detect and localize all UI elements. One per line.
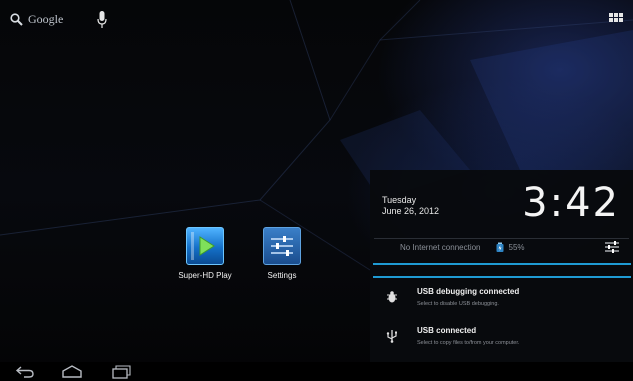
search-label: Google: [28, 12, 64, 26]
all-apps-grid-icon[interactable]: [609, 13, 623, 25]
divider: [374, 238, 629, 239]
settings-app-icon: [263, 227, 301, 265]
notification-subtitle: Select to copy files to/from your comput…: [417, 340, 520, 346]
notification-panel: Tuesday June 26, 2012 3:42 No Internet c…: [370, 170, 633, 362]
connection-status: No Internet connection: [400, 242, 481, 252]
app-label: Settings: [267, 271, 297, 280]
notification-usb-connected[interactable]: USB connected Select to copy files to/fr…: [370, 321, 633, 355]
accent-divider: [373, 263, 631, 265]
app-super-hd-play[interactable]: Super-HD Play: [170, 227, 240, 280]
notification-title: USB debugging connected: [417, 287, 520, 296]
weekday-text: Tuesday: [382, 195, 417, 205]
app-label: Super-HD Play: [178, 271, 232, 280]
search-icon: [10, 13, 23, 26]
play-app-icon: [186, 227, 224, 265]
date-text: June 26, 2012: [382, 206, 440, 216]
back-icon[interactable]: [14, 364, 36, 379]
home-screen: Google Super-HD Play Settings Tuesday Ju…: [0, 0, 633, 381]
accent-divider: [373, 276, 631, 278]
app-settings[interactable]: Settings: [247, 227, 317, 280]
notification-subtitle: Select to disable USB debugging.: [417, 301, 499, 307]
home-icon[interactable]: [60, 364, 84, 379]
battery-percent: 55%: [508, 242, 525, 252]
battery-icon: [496, 242, 503, 252]
usb-icon: [386, 330, 397, 343]
recent-apps-icon[interactable]: [110, 364, 132, 379]
notification-title: USB connected: [417, 326, 477, 335]
status-line: No Internet connection 55%: [400, 242, 525, 252]
navigation-bar: [0, 362, 633, 381]
microphone-icon[interactable]: [96, 10, 108, 30]
google-search-bar[interactable]: Google: [10, 12, 63, 27]
date-display: Tuesday June 26, 2012: [382, 195, 439, 217]
quick-settings-icon[interactable]: [604, 240, 620, 254]
clock-time: 3:42: [522, 180, 620, 226]
notification-usb-debugging[interactable]: USB debugging connected Select to disabl…: [370, 282, 633, 316]
debug-bug-icon: [387, 291, 397, 303]
